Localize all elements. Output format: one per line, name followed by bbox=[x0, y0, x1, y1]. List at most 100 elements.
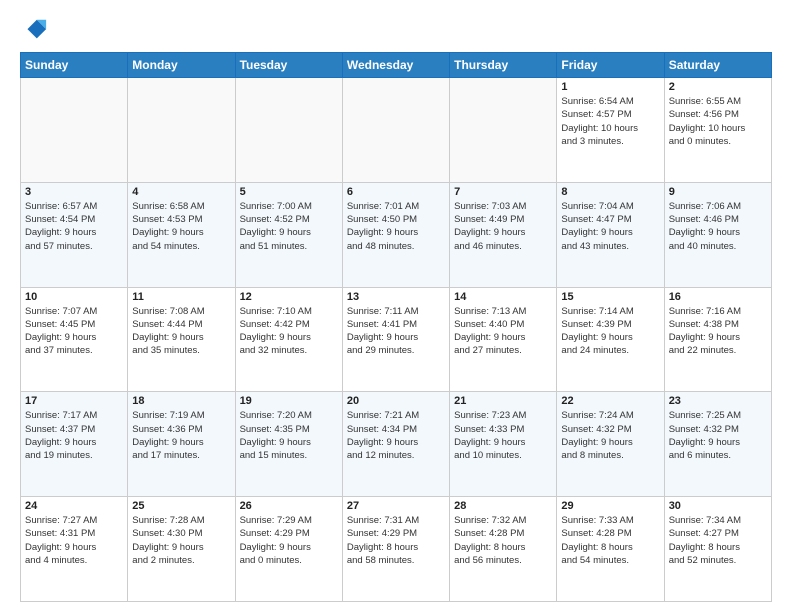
day-cell: 21 Sunrise: 7:23 AM Sunset: 4:33 PM Dayli… bbox=[450, 392, 557, 497]
day-cell: 7 Sunrise: 7:03 AM Sunset: 4:49 PM Daylig… bbox=[450, 182, 557, 287]
day-info: Sunrise: 7:21 AM Sunset: 4:34 PM Dayligh… bbox=[347, 409, 445, 462]
day-number: 10 bbox=[25, 291, 123, 303]
day-info: Sunrise: 7:07 AM Sunset: 4:45 PM Dayligh… bbox=[25, 305, 123, 358]
day-number: 27 bbox=[347, 500, 445, 512]
day-info: Sunrise: 7:00 AM Sunset: 4:52 PM Dayligh… bbox=[240, 200, 338, 253]
day-info: Sunrise: 7:13 AM Sunset: 4:40 PM Dayligh… bbox=[454, 305, 552, 358]
day-info: Sunrise: 7:20 AM Sunset: 4:35 PM Dayligh… bbox=[240, 409, 338, 462]
header bbox=[20, 16, 772, 44]
col-header-sunday: Sunday bbox=[21, 53, 128, 78]
day-info: Sunrise: 7:19 AM Sunset: 4:36 PM Dayligh… bbox=[132, 409, 230, 462]
day-cell: 1 Sunrise: 6:54 AM Sunset: 4:57 PM Daylig… bbox=[557, 78, 664, 183]
day-number: 22 bbox=[561, 395, 659, 407]
day-number: 23 bbox=[669, 395, 767, 407]
day-info: Sunrise: 7:25 AM Sunset: 4:32 PM Dayligh… bbox=[669, 409, 767, 462]
day-cell: 3 Sunrise: 6:57 AM Sunset: 4:54 PM Daylig… bbox=[21, 182, 128, 287]
calendar-table: SundayMondayTuesdayWednesdayThursdayFrid… bbox=[20, 52, 772, 602]
day-cell: 12Sunrise: 7:10 AM Sunset: 4:42 PM Dayli… bbox=[235, 287, 342, 392]
day-info: Sunrise: 7:16 AM Sunset: 4:38 PM Dayligh… bbox=[669, 305, 767, 358]
day-info: Sunrise: 7:33 AM Sunset: 4:28 PM Dayligh… bbox=[561, 514, 659, 567]
day-info: Sunrise: 7:34 AM Sunset: 4:27 PM Dayligh… bbox=[669, 514, 767, 567]
day-number: 26 bbox=[240, 500, 338, 512]
day-info: Sunrise: 7:17 AM Sunset: 4:37 PM Dayligh… bbox=[25, 409, 123, 462]
day-number: 7 bbox=[454, 186, 552, 198]
day-cell: 10 Sunrise: 7:07 AM Sunset: 4:45 PM Dayli… bbox=[21, 287, 128, 392]
day-cell: 9 Sunrise: 7:06 AM Sunset: 4:46 PM Daylig… bbox=[664, 182, 771, 287]
day-cell: 18 Sunrise: 7:19 AM Sunset: 4:36 PM Dayli… bbox=[128, 392, 235, 497]
day-cell: 17 Sunrise: 7:17 AM Sunset: 4:37 PM Dayli… bbox=[21, 392, 128, 497]
day-number: 3 bbox=[25, 186, 123, 198]
day-number: 9 bbox=[669, 186, 767, 198]
day-number: 25 bbox=[132, 500, 230, 512]
logo-icon bbox=[20, 16, 48, 44]
day-cell bbox=[235, 78, 342, 183]
day-number: 30 bbox=[669, 500, 767, 512]
week-row-3: 17 Sunrise: 7:17 AM Sunset: 4:37 PM Dayli… bbox=[21, 392, 772, 497]
col-header-saturday: Saturday bbox=[664, 53, 771, 78]
day-cell: 13 Sunrise: 7:11 AM Sunset: 4:41 PM Dayli… bbox=[342, 287, 449, 392]
day-cell: 8Sunrise: 7:04 AM Sunset: 4:47 PM Daylig… bbox=[557, 182, 664, 287]
day-info: Sunrise: 7:24 AM Sunset: 4:32 PM Dayligh… bbox=[561, 409, 659, 462]
day-number: 11 bbox=[132, 291, 230, 303]
day-info: Sunrise: 7:29 AM Sunset: 4:29 PM Dayligh… bbox=[240, 514, 338, 567]
day-info: Sunrise: 7:03 AM Sunset: 4:49 PM Dayligh… bbox=[454, 200, 552, 253]
day-info: Sunrise: 7:06 AM Sunset: 4:46 PM Dayligh… bbox=[669, 200, 767, 253]
day-cell bbox=[450, 78, 557, 183]
day-info: Sunrise: 7:11 AM Sunset: 4:41 PM Dayligh… bbox=[347, 305, 445, 358]
day-info: Sunrise: 6:54 AM Sunset: 4:57 PM Dayligh… bbox=[561, 95, 659, 148]
day-cell bbox=[342, 78, 449, 183]
day-info: Sunrise: 7:32 AM Sunset: 4:28 PM Dayligh… bbox=[454, 514, 552, 567]
day-number: 20 bbox=[347, 395, 445, 407]
day-info: Sunrise: 7:01 AM Sunset: 4:50 PM Dayligh… bbox=[347, 200, 445, 253]
col-header-thursday: Thursday bbox=[450, 53, 557, 78]
day-number: 6 bbox=[347, 186, 445, 198]
day-info: Sunrise: 7:28 AM Sunset: 4:30 PM Dayligh… bbox=[132, 514, 230, 567]
day-cell: 26 Sunrise: 7:29 AM Sunset: 4:29 PM Dayli… bbox=[235, 497, 342, 602]
week-row-1: 3 Sunrise: 6:57 AM Sunset: 4:54 PM Daylig… bbox=[21, 182, 772, 287]
day-info: Sunrise: 7:31 AM Sunset: 4:29 PM Dayligh… bbox=[347, 514, 445, 567]
day-cell: 28 Sunrise: 7:32 AM Sunset: 4:28 PM Dayli… bbox=[450, 497, 557, 602]
day-info: Sunrise: 7:14 AM Sunset: 4:39 PM Dayligh… bbox=[561, 305, 659, 358]
day-cell: 25 Sunrise: 7:28 AM Sunset: 4:30 PM Dayli… bbox=[128, 497, 235, 602]
logo bbox=[20, 16, 52, 44]
day-cell: 19 Sunrise: 7:20 AM Sunset: 4:35 PM Dayli… bbox=[235, 392, 342, 497]
day-info: Sunrise: 7:27 AM Sunset: 4:31 PM Dayligh… bbox=[25, 514, 123, 567]
day-number: 14 bbox=[454, 291, 552, 303]
day-number: 17 bbox=[25, 395, 123, 407]
day-cell: 4Sunrise: 6:58 AM Sunset: 4:53 PM Daylig… bbox=[128, 182, 235, 287]
page: SundayMondayTuesdayWednesdayThursdayFrid… bbox=[0, 0, 792, 612]
day-info: Sunrise: 6:58 AM Sunset: 4:53 PM Dayligh… bbox=[132, 200, 230, 253]
day-cell bbox=[128, 78, 235, 183]
day-info: Sunrise: 7:23 AM Sunset: 4:33 PM Dayligh… bbox=[454, 409, 552, 462]
col-header-friday: Friday bbox=[557, 53, 664, 78]
day-cell: 23 Sunrise: 7:25 AM Sunset: 4:32 PM Dayli… bbox=[664, 392, 771, 497]
day-info: Sunrise: 7:04 AM Sunset: 4:47 PM Dayligh… bbox=[561, 200, 659, 253]
day-number: 28 bbox=[454, 500, 552, 512]
day-number: 21 bbox=[454, 395, 552, 407]
day-number: 13 bbox=[347, 291, 445, 303]
day-cell: 29 Sunrise: 7:33 AM Sunset: 4:28 PM Dayli… bbox=[557, 497, 664, 602]
day-number: 29 bbox=[561, 500, 659, 512]
day-number: 2 bbox=[669, 81, 767, 93]
day-number: 18 bbox=[132, 395, 230, 407]
col-header-monday: Monday bbox=[128, 53, 235, 78]
week-row-0: 1 Sunrise: 6:54 AM Sunset: 4:57 PM Daylig… bbox=[21, 78, 772, 183]
day-cell: 14 Sunrise: 7:13 AM Sunset: 4:40 PM Dayli… bbox=[450, 287, 557, 392]
col-header-wednesday: Wednesday bbox=[342, 53, 449, 78]
day-cell: 11 Sunrise: 7:08 AM Sunset: 4:44 PM Dayli… bbox=[128, 287, 235, 392]
day-cell: 16Sunrise: 7:16 AM Sunset: 4:38 PM Dayli… bbox=[664, 287, 771, 392]
day-cell: 22 Sunrise: 7:24 AM Sunset: 4:32 PM Dayli… bbox=[557, 392, 664, 497]
day-info: Sunrise: 6:57 AM Sunset: 4:54 PM Dayligh… bbox=[25, 200, 123, 253]
day-number: 1 bbox=[561, 81, 659, 93]
header-row: SundayMondayTuesdayWednesdayThursdayFrid… bbox=[21, 53, 772, 78]
day-cell: 5 Sunrise: 7:00 AM Sunset: 4:52 PM Daylig… bbox=[235, 182, 342, 287]
day-number: 5 bbox=[240, 186, 338, 198]
week-row-4: 24Sunrise: 7:27 AM Sunset: 4:31 PM Dayli… bbox=[21, 497, 772, 602]
day-cell: 24Sunrise: 7:27 AM Sunset: 4:31 PM Dayli… bbox=[21, 497, 128, 602]
day-cell: 2 Sunrise: 6:55 AM Sunset: 4:56 PM Daylig… bbox=[664, 78, 771, 183]
day-number: 19 bbox=[240, 395, 338, 407]
day-info: Sunrise: 7:08 AM Sunset: 4:44 PM Dayligh… bbox=[132, 305, 230, 358]
day-info: Sunrise: 6:55 AM Sunset: 4:56 PM Dayligh… bbox=[669, 95, 767, 148]
day-cell: 30 Sunrise: 7:34 AM Sunset: 4:27 PM Dayli… bbox=[664, 497, 771, 602]
day-cell: 6 Sunrise: 7:01 AM Sunset: 4:50 PM Daylig… bbox=[342, 182, 449, 287]
